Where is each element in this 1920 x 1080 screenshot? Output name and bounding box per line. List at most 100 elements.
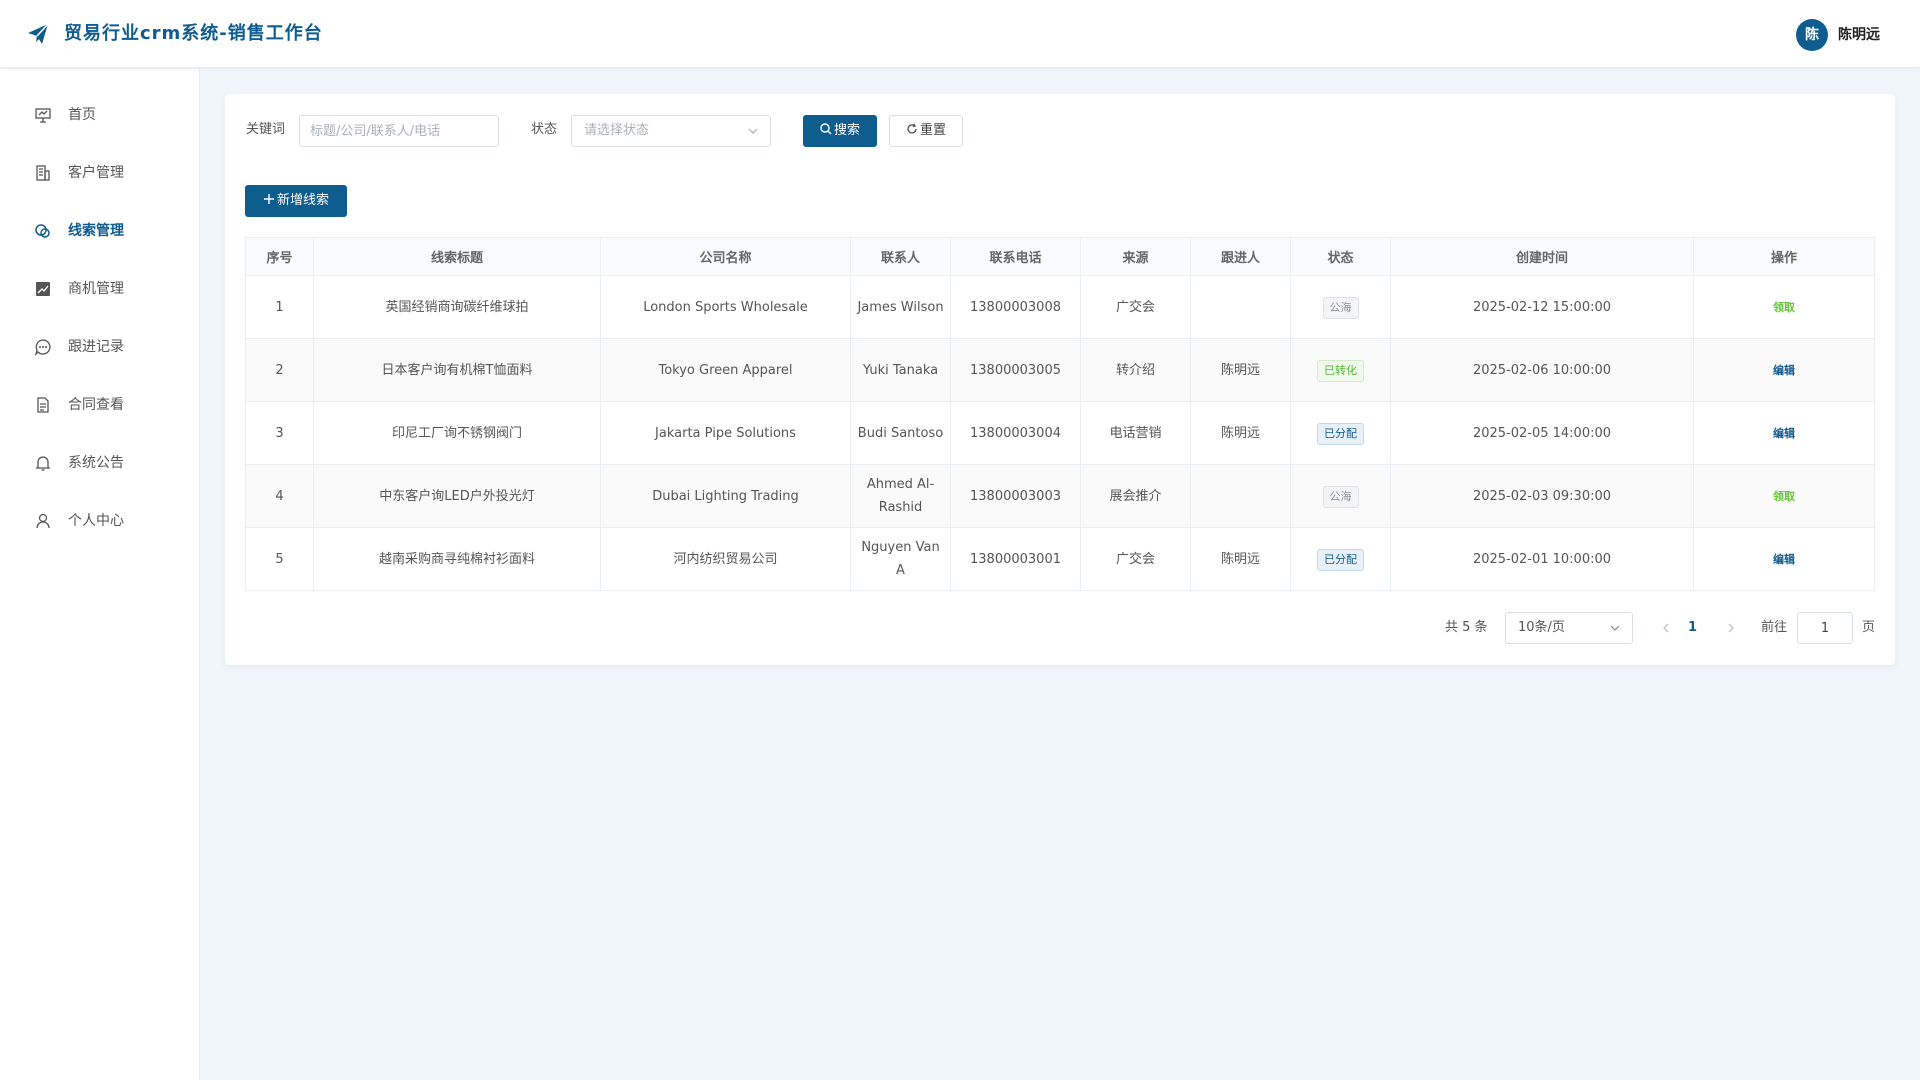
cell-contact: Nguyen Van A: [850, 527, 951, 591]
edit-link[interactable]: 编辑: [1773, 364, 1795, 377]
cell-contact: Budi Santoso: [850, 401, 951, 465]
table-row: 4 中东客户询LED户外投光灯 Dubai Lighting Trading A…: [245, 464, 1875, 528]
sidebar-item-label: 商机管理: [68, 281, 124, 297]
column-header: 创建时间: [1390, 237, 1694, 276]
cell-owner: 陈明远: [1190, 401, 1291, 465]
sidebar-item-opportunities[interactable]: 商机管理: [0, 267, 199, 311]
keyword-label: 关键词: [246, 122, 286, 137]
app-title: 贸易行业crm系统-销售工作台: [64, 23, 323, 44]
cell-source: 转介绍: [1080, 338, 1191, 402]
table-row: 3 印尼工厂询不锈钢阀门 Jakarta Pipe Solutions Budi…: [245, 401, 1875, 465]
sidebar-item-label: 合同查看: [68, 397, 124, 413]
next-page-icon[interactable]: [1724, 618, 1738, 638]
status-badge: 已分配: [1317, 422, 1364, 445]
keyword-input[interactable]: [299, 115, 499, 147]
cell-index: 4: [245, 464, 314, 528]
sidebar-item-label: 个人中心: [68, 513, 124, 529]
sidebar-item-profile[interactable]: 个人中心: [0, 499, 199, 543]
status-select[interactable]: 请选择状态: [571, 115, 771, 147]
cell-action: 领取: [1693, 275, 1875, 339]
cell-title: 越南采购商寻纯棉衬衫面料: [313, 527, 601, 591]
cell-contact: Yuki Tanaka: [850, 338, 951, 402]
cell-company: London Sports Wholesale: [600, 275, 851, 339]
cell-title: 日本客户询有机棉T恤面料: [313, 338, 601, 402]
cell-phone: 13800003008: [950, 275, 1081, 339]
cell-action: 编辑: [1693, 338, 1875, 402]
cell-source: 广交会: [1080, 275, 1191, 339]
chevron-down-icon: [748, 128, 758, 134]
cell-owner: [1190, 275, 1291, 339]
search-button[interactable]: 搜索: [803, 115, 877, 147]
status-badge: 公海: [1322, 485, 1359, 508]
cell-phone: 13800003005: [950, 338, 1081, 402]
cell-company: Dubai Lighting Trading: [600, 464, 851, 528]
sidebar: 首页 客户管理 线索管理 商机管理 跟进记录 合同查看 系统公告 个人中心: [0, 69, 200, 1080]
cell-status: 已转化: [1290, 338, 1391, 402]
chat-icon: [34, 339, 51, 356]
reset-button-label: 重置: [919, 123, 946, 138]
cell-status: 公海: [1290, 464, 1391, 528]
cell-phone: 13800003001: [950, 527, 1081, 591]
user-icon: [36, 513, 50, 529]
table-row: 1 英国经销商询碳纤维球拍 London Sports Wholesale Ja…: [245, 275, 1875, 339]
sidebar-item-home[interactable]: 首页: [0, 93, 199, 137]
edit-link[interactable]: 编辑: [1773, 427, 1795, 440]
status-badge: 公海: [1322, 296, 1359, 319]
goto-page-input[interactable]: [1797, 612, 1853, 644]
cell-phone: 13800003003: [950, 464, 1081, 528]
claim-link[interactable]: 领取: [1773, 301, 1795, 314]
paper-plane-icon: [28, 23, 49, 44]
status-badge: 已转化: [1317, 359, 1364, 382]
table-row: 5 越南采购商寻纯棉衬衫面料 河内纺织贸易公司 Nguyen Van A 138…: [245, 527, 1875, 591]
column-header: 线索标题: [313, 237, 601, 276]
leads-panel: 关键词 状态 请选择状态 搜索 重置 新增线索 序号 线索标题 公司名称 联系人…: [225, 94, 1895, 665]
status-label: 状态: [531, 122, 558, 137]
add-lead-button[interactable]: 新增线索: [245, 185, 347, 217]
status-badge: 已分配: [1317, 548, 1364, 571]
sidebar-item-leads[interactable]: 线索管理: [0, 209, 199, 253]
cell-owner: [1190, 464, 1291, 528]
current-page[interactable]: 1: [1688, 618, 1697, 638]
sidebar-item-followups[interactable]: 跟进记录: [0, 325, 199, 369]
cell-index: 1: [245, 275, 314, 339]
cell-title: 中东客户询LED户外投光灯: [313, 464, 601, 528]
sidebar-item-customers[interactable]: 客户管理: [0, 151, 199, 195]
cell-title: 英国经销商询碳纤维球拍: [313, 275, 601, 339]
sidebar-item-contracts[interactable]: 合同查看: [0, 383, 199, 427]
cell-action: 编辑: [1693, 401, 1875, 465]
cell-company: Jakarta Pipe Solutions: [600, 401, 851, 465]
claim-link[interactable]: 领取: [1773, 490, 1795, 503]
search-button-label: 搜索: [833, 123, 860, 138]
cell-title: 印尼工厂询不锈钢阀门: [313, 401, 601, 465]
cell-created: 2025-02-01 10:00:00: [1390, 527, 1694, 591]
column-header: 状态: [1290, 237, 1391, 276]
username[interactable]: 陈明远: [1838, 25, 1880, 45]
page-size-select[interactable]: 10条/页: [1505, 612, 1633, 644]
plus-icon: [263, 194, 274, 204]
cell-contact: James Wilson: [850, 275, 951, 339]
home-icon: [35, 108, 51, 123]
edit-link[interactable]: 编辑: [1773, 553, 1795, 566]
column-header: 操作: [1693, 237, 1875, 276]
avatar[interactable]: 陈: [1796, 19, 1828, 51]
prev-page-icon[interactable]: [1659, 618, 1673, 638]
reset-button[interactable]: 重置: [889, 115, 963, 147]
link-icon: [35, 224, 50, 238]
cell-action: 领取: [1693, 464, 1875, 528]
add-lead-button-label: 新增线索: [276, 193, 329, 208]
page-size-value: 10条/页: [1518, 620, 1565, 635]
cell-created: 2025-02-12 15:00:00: [1390, 275, 1694, 339]
bell-icon: [35, 456, 51, 471]
cell-index: 5: [245, 527, 314, 591]
column-header: 跟进人: [1190, 237, 1291, 276]
goto-label: 前往: [1761, 620, 1788, 635]
sidebar-item-label: 跟进记录: [68, 339, 124, 355]
page-unit-label: 页: [1862, 620, 1876, 635]
cell-created: 2025-02-05 14:00:00: [1390, 401, 1694, 465]
column-header: 公司名称: [600, 237, 851, 276]
sidebar-item-label: 系统公告: [68, 455, 124, 471]
sidebar-item-announcements[interactable]: 系统公告: [0, 441, 199, 485]
cell-source: 广交会: [1080, 527, 1191, 591]
column-header: 来源: [1080, 237, 1191, 276]
cell-status: 公海: [1290, 275, 1391, 339]
